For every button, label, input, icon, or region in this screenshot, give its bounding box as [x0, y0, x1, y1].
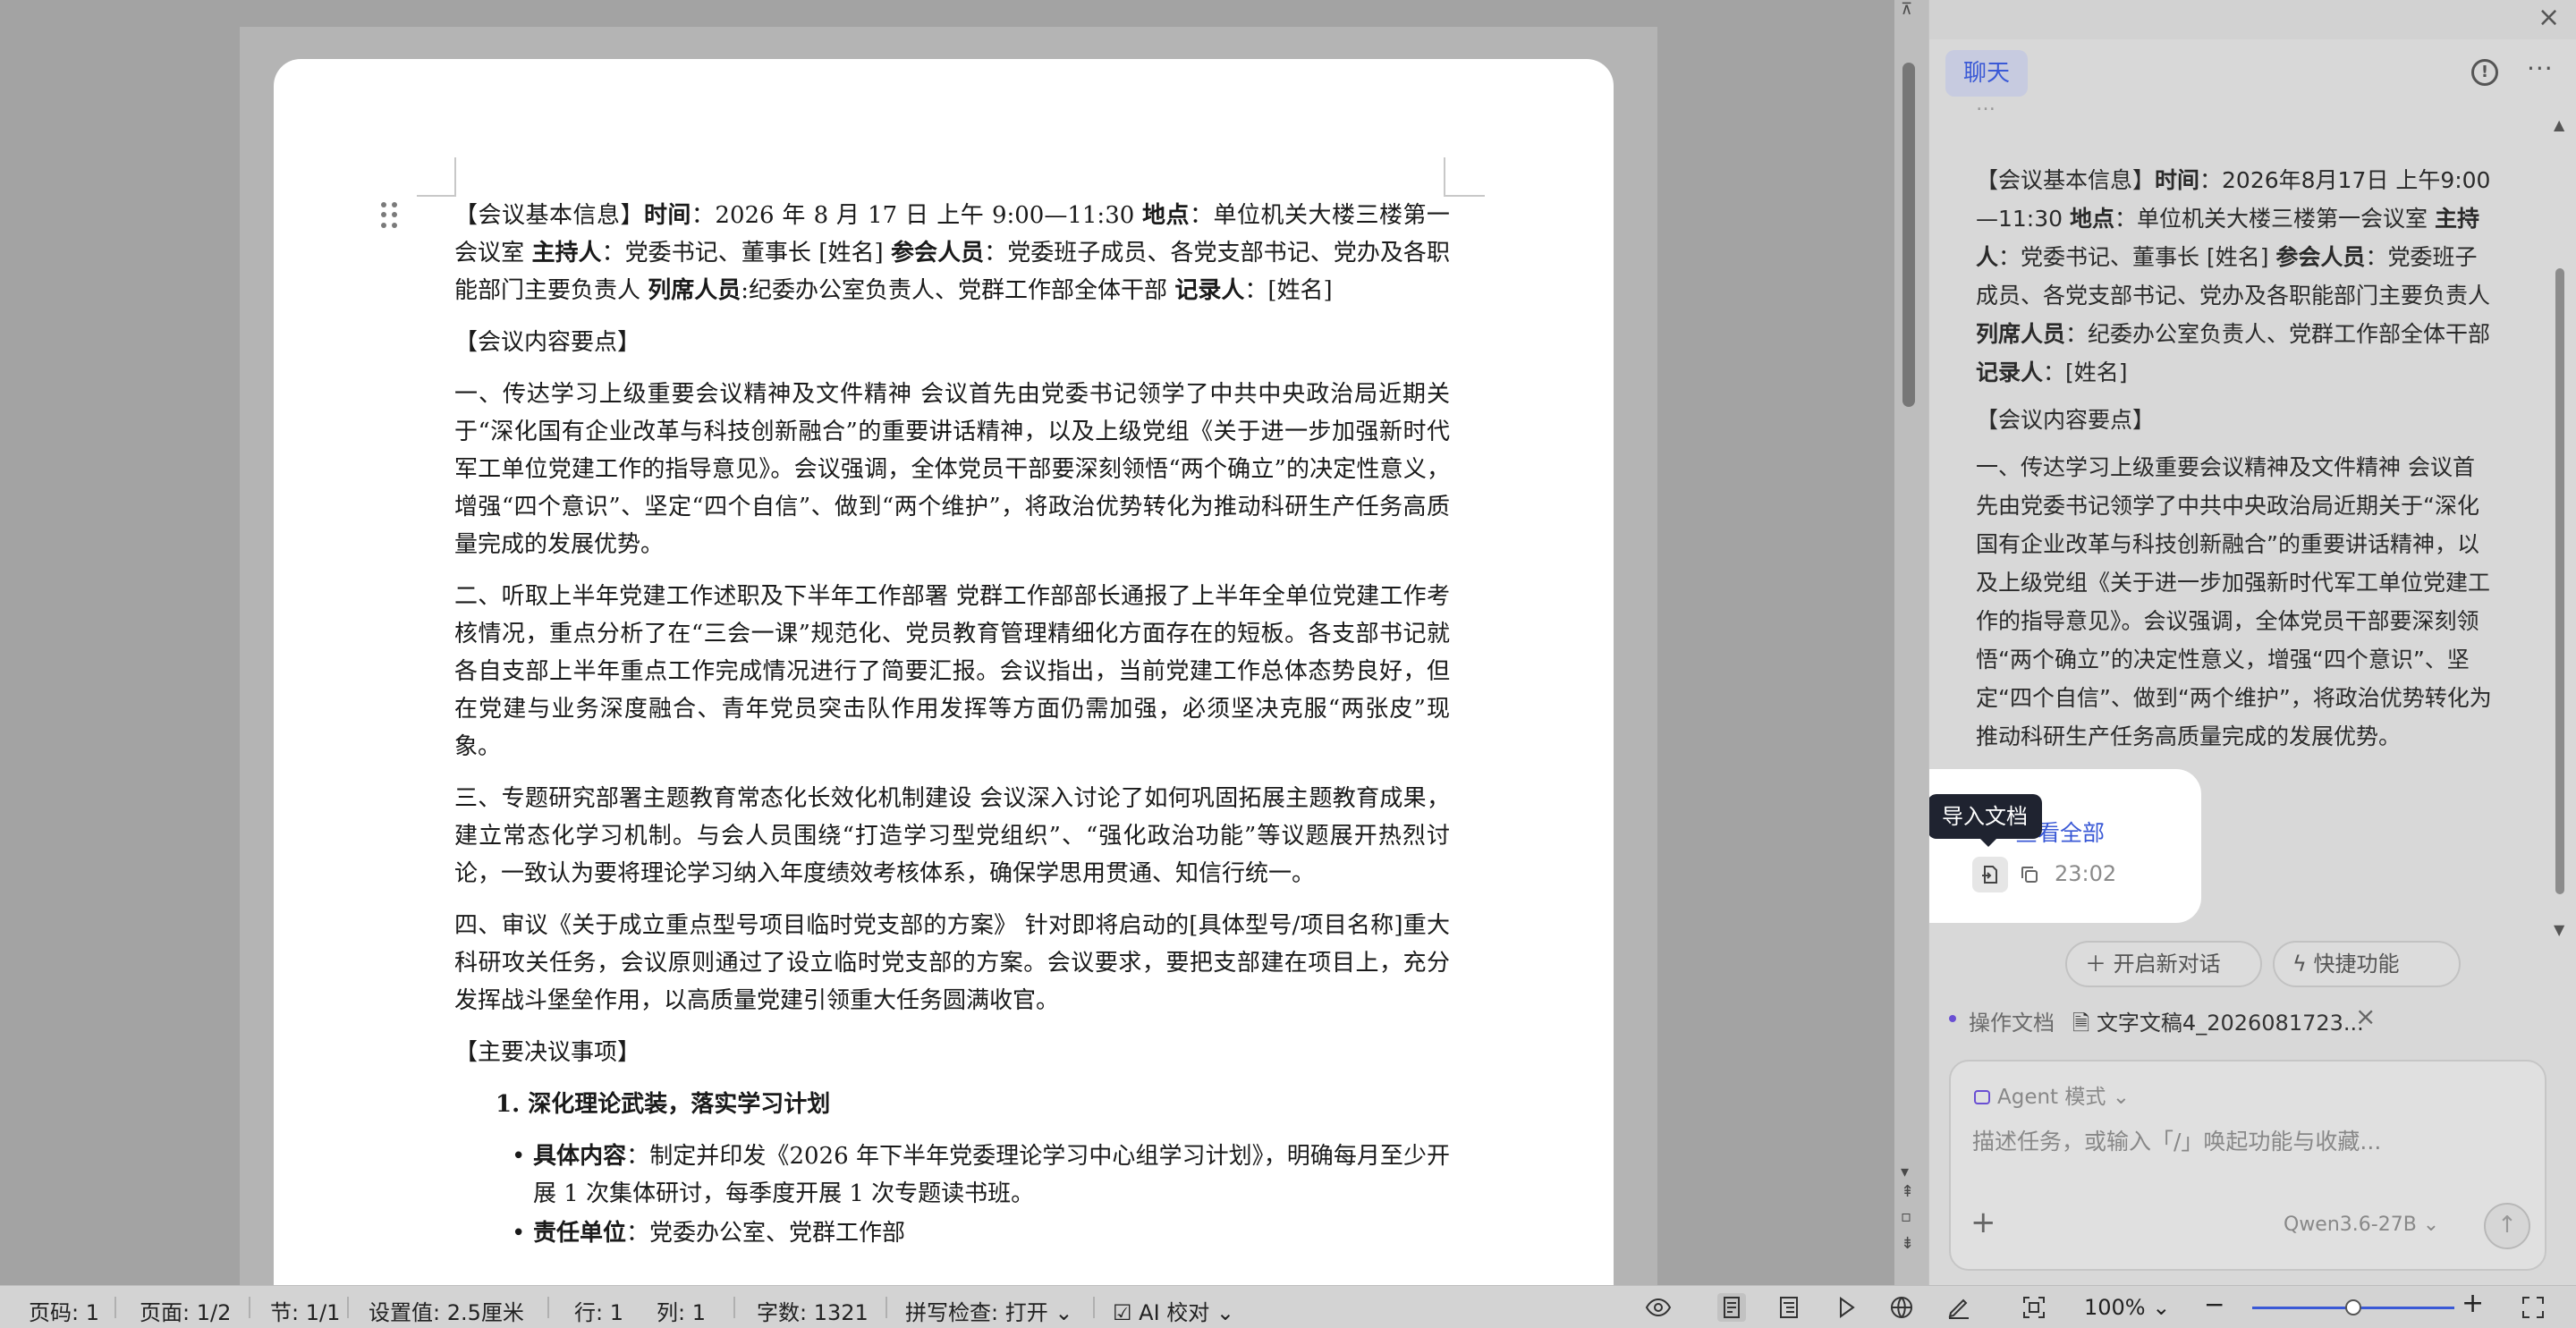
document-page[interactable]: 【会议基本信息】时间：2026 年 8 月 17 日 上午 9:00—11:30… [274, 59, 1614, 1285]
ai-proofread-button[interactable]: ☑ AI 校对 ⌄ [1113, 1295, 1234, 1326]
chevron-down-icon: ⌄ [2416, 1214, 2440, 1236]
more-icon[interactable]: ··· [2527, 54, 2554, 83]
zoom-in-icon[interactable]: + [2462, 1288, 2484, 1319]
message-content-heading: 【会议内容要点】 [1976, 407, 2156, 433]
prev-page-icon[interactable]: ⇞ [1901, 1182, 1914, 1201]
scroll-down-icon[interactable]: ▼ [2554, 921, 2564, 938]
plus-icon: ＋ [2085, 952, 2114, 977]
status-bar: 页码: 1 页面: 1/2 节: 1/1 设置值: 2.5厘米 行: 1 列: … [0, 1285, 2576, 1328]
zoom-select[interactable]: 100% ⌄ [2084, 1295, 2170, 1320]
send-button[interactable]: ↑ [2484, 1203, 2530, 1249]
message-meeting-info: 【会议基本信息】时间：2026年8月17日 上午9:00—11:30 地点：单位… [1976, 167, 2491, 385]
divider [1093, 1297, 1095, 1318]
document-area[interactable]: 【会议基本信息】时间：2026 年 8 月 17 日 上午 9:00—11:30… [0, 0, 1905, 1285]
decisions-heading: 【主要决议事项】 [454, 1039, 641, 1066]
copy-icon [2021, 867, 2038, 883]
message-timestamp: 23:02 [2055, 861, 2117, 886]
crop-mark [1444, 157, 1445, 197]
status-section[interactable]: 节: 1/1 [270, 1295, 340, 1326]
divider [249, 1297, 250, 1318]
divider [347, 1297, 349, 1318]
divider [886, 1297, 887, 1318]
meeting-info-paragraph: 【会议基本信息】时间：2026 年 8 月 17 日 上午 9:00—11:30… [454, 202, 1450, 304]
crop-mark [417, 195, 456, 197]
remove-file-icon[interactable]: × [2355, 1002, 2376, 1031]
status-page-code[interactable]: 页码: 1 [29, 1295, 99, 1326]
content-item-4: 四、审议《关于成立重点型号项目临时党支部的方案》 针对即将启动的[具体型号/项目… [454, 912, 1450, 1014]
chat-input[interactable]: 描述任务，或输入「/」唤起功能与收藏... [1972, 1124, 2381, 1156]
assistant-message: 【会议基本信息】时间：2026年8月17日 上午9:00—11:30 地点：单位… [1976, 161, 2495, 765]
import-doc-tooltip: 导入文档 [1929, 794, 2042, 839]
web-view-icon[interactable] [1887, 1293, 1916, 1322]
document-scroll-thumb[interactable] [1902, 63, 1915, 407]
spell-check-toggle[interactable]: 拼写检查: 打开 ⌄ [905, 1295, 1072, 1326]
robot-icon [1974, 1090, 1990, 1104]
content-item-2: 二、听取上半年党建工作述职及下半年工作部署 党群工作部部长通报了上半年全单位党建… [454, 583, 1450, 760]
status-word-count[interactable]: 字数: 1321 [757, 1295, 869, 1326]
content-heading: 【会议内容要点】 [454, 329, 641, 356]
chevron-down-icon: ⌄ [2106, 1086, 2130, 1109]
decision-1-title: 1. 深化理论武装，落实学习计划 [496, 1091, 831, 1118]
panel-close-icon[interactable]: × [2538, 2, 2560, 33]
panel-titlebar [1929, 0, 2576, 39]
document-icon: 🗎 [2072, 1011, 2097, 1036]
select-browse-icon[interactable]: ▫ [1901, 1207, 1911, 1226]
zoom-out-icon[interactable]: − [2204, 1290, 2224, 1319]
info-icon[interactable]: ! [2471, 59, 2498, 86]
document-body[interactable]: 【会议基本信息】时间：2026 年 8 月 17 日 上午 9:00—11:30… [454, 197, 1450, 1266]
ai-check-icon: ☑ [1113, 1300, 1140, 1325]
panel-scroll-thumb[interactable] [2555, 268, 2564, 894]
scroll-up-icon[interactable]: ▲ [2554, 116, 2564, 133]
divider [547, 1297, 549, 1318]
divider [733, 1297, 735, 1318]
message-fade-line: … [1976, 93, 1996, 115]
attached-file-chip[interactable]: 🗎 文字文稿4_2026081723... [2072, 1005, 2364, 1045]
tooltip-arrow [1979, 838, 1997, 847]
status-row: 行: 1 [574, 1300, 623, 1325]
decision-1-bullet-unit: 责任单位：党委办公室、党群工作部 [512, 1214, 1450, 1252]
import-document-button[interactable] [1972, 857, 2008, 892]
copy-button[interactable] [2012, 857, 2047, 892]
model-select[interactable]: Qwen3.6-27B ⌄ [2284, 1214, 2439, 1236]
divider [114, 1297, 116, 1318]
paragraph-drag-handle-icon[interactable] [381, 202, 399, 229]
agent-mode-select[interactable]: Agent 模式 ⌄ [1974, 1079, 2130, 1110]
panel-scrollbar[interactable]: ▲ ▼ [2554, 116, 2568, 939]
crop-mark [454, 157, 456, 197]
operate-doc-label: 操作文档 [1969, 1011, 2055, 1036]
status-dot [1949, 1015, 1956, 1022]
arrow-up-icon: ↑ [2497, 1212, 2517, 1239]
next-page-icon[interactable]: ⇟ [1901, 1234, 1914, 1253]
ai-chat-panel: × 聊天 ! ··· … 【会议基本信息】时间：2026年8月17日 上午9:0… [1928, 0, 2576, 1285]
eye-icon[interactable] [1644, 1293, 1673, 1322]
status-pages[interactable]: 页面: 1/2 [140, 1295, 231, 1326]
pen-icon[interactable] [1945, 1293, 1973, 1322]
document-vertical-scrollbar[interactable]: ⊼ ▾ ⇞ ▫ ⇟ [1894, 0, 1928, 1285]
status-col: 列: 1 [657, 1300, 706, 1325]
status-setting-value[interactable]: 设置值: 2.5厘米 [369, 1295, 524, 1326]
page-view-icon[interactable] [1717, 1293, 1746, 1322]
split-handle-icon[interactable]: ⊼ [1901, 0, 1912, 19]
fit-page-icon[interactable] [2020, 1293, 2048, 1322]
zoom-slider-handle[interactable] [2345, 1299, 2361, 1315]
add-attachment-button[interactable]: + [1970, 1205, 1996, 1240]
tab-chat[interactable]: 聊天 [1945, 50, 2028, 97]
content-item-3: 三、专题研究部署主题教育常态化长效化机制建设 会议深入讨论了如何巩固拓展主题教育… [454, 785, 1450, 887]
play-icon[interactable] [1832, 1293, 1860, 1322]
decision-1-bullet-content: 具体内容：制定并印发《2026 年下半年党委理论学习中心组学习计划》，明确每月至… [512, 1138, 1450, 1213]
lightning-icon: ϟ [2292, 952, 2314, 977]
new-chat-button[interactable]: ＋ 开启新对话 [2065, 941, 2262, 987]
message-item-1: 一、传达学习上级重要会议精神及文件精神 会议首先由党委书记领学了中共中央政治局近… [1976, 454, 2492, 749]
chat-input-box[interactable]: Agent 模式 ⌄ 描述任务，或输入「/」唤起功能与收藏... + Qwen3… [1949, 1060, 2546, 1271]
fullscreen-icon[interactable] [2519, 1293, 2547, 1322]
import-document-icon [1982, 866, 1997, 884]
scroll-down-icon[interactable]: ▾ [1901, 1163, 1909, 1181]
quick-functions-button[interactable]: ϟ 快捷功能 [2273, 941, 2461, 987]
chevron-down-icon: ⌄ [2145, 1295, 2171, 1320]
chevron-down-icon: ⌄ [1047, 1300, 1073, 1325]
content-item-1: 一、传达学习上级重要会议精神及文件精神 会议首先由党委书记领学了中共中央政治局近… [454, 381, 1450, 558]
chevron-down-icon: ⌄ [1209, 1300, 1235, 1325]
outline-view-icon[interactable] [1775, 1293, 1803, 1322]
